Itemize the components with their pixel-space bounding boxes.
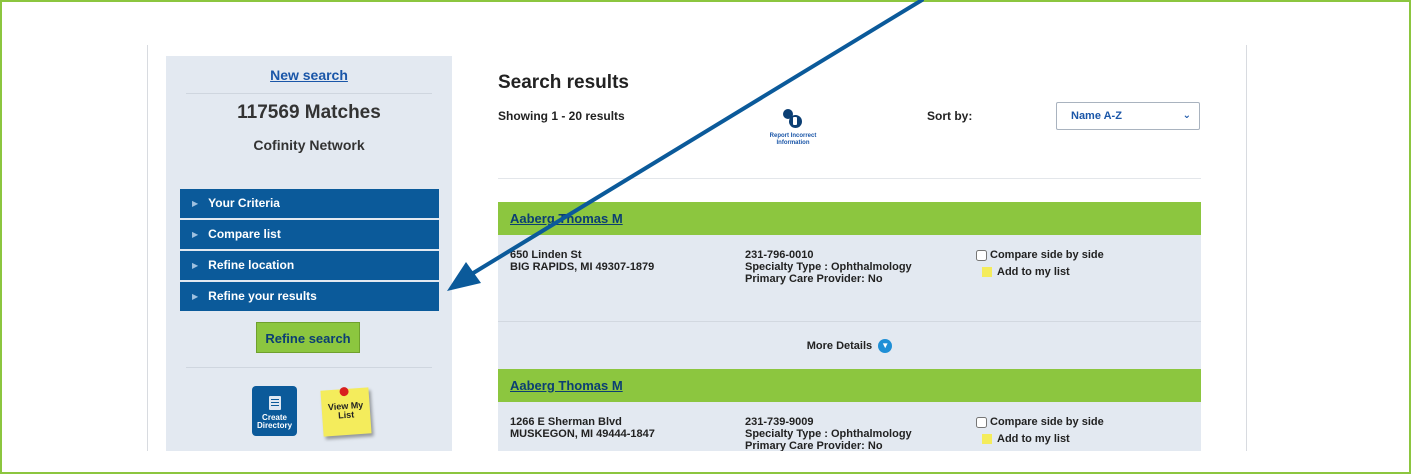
compare-side-by-side[interactable]: Compare side by side	[976, 416, 1104, 428]
primary-care-provider: Primary Care Provider: No	[745, 273, 883, 285]
caret-right-icon: ▶	[192, 199, 199, 208]
accordion-label: Compare list	[208, 227, 281, 241]
page-title: Search results	[498, 72, 629, 93]
compare-checkbox[interactable]	[976, 416, 987, 428]
address-column: 1266 E Sherman Blvd MUSKEGON, MI 49444-1…	[510, 416, 655, 440]
sticky-note-icon	[982, 434, 992, 444]
compare-checkbox[interactable]	[976, 249, 987, 261]
view-my-list-label: View My List	[327, 399, 364, 421]
address-column: 650 Linden St BIG RAPIDS, MI 49307-1879	[510, 249, 654, 273]
add-to-my-list-button[interactable]: Add to my list	[976, 266, 1104, 278]
result-body: 650 Linden St BIG RAPIDS, MI 49307-1879 …	[498, 235, 1201, 321]
compare-label: Compare side by side	[990, 416, 1104, 428]
sidebar-accordion: ▶ Your Criteria ▶ Compare list ▶ Refine …	[180, 189, 439, 313]
create-directory-button[interactable]: Create Directory	[252, 386, 297, 436]
new-search-link[interactable]: New search	[166, 67, 452, 83]
chevron-down-icon: ⌄	[1182, 110, 1191, 121]
provider-name-link[interactable]: Aaberg Thomas M	[510, 378, 623, 393]
result-header: Aaberg Thomas M	[498, 369, 1201, 402]
caret-right-icon: ▶	[192, 261, 199, 270]
pushpin-icon	[339, 386, 349, 397]
accordion-your-criteria[interactable]: ▶ Your Criteria	[180, 189, 439, 218]
add-to-my-list-button[interactable]: Add to my list	[976, 433, 1104, 445]
results-count: Showing 1 - 20 results	[498, 109, 625, 123]
create-directory-label: Create Directory	[256, 413, 293, 430]
primary-care-provider: Primary Care Provider: No	[745, 440, 883, 451]
phone-number: 231-739-9009	[745, 416, 814, 428]
sort-select-value: Name A-Z	[1071, 110, 1122, 122]
network-name: Cofinity Network	[253, 137, 365, 153]
phone-number: 231-796-0010	[745, 249, 814, 261]
accordion-label: Your Criteria	[208, 196, 280, 210]
accordion-refine-your-results[interactable]: ▶ Refine your results	[180, 282, 439, 311]
sidebar: New search 117569 Matches Cofinity Netwo…	[166, 56, 452, 451]
specialty-type: Specialty Type : Ophthalmology	[745, 261, 912, 273]
add-to-list-label: Add to my list	[997, 266, 1070, 278]
address-line-2: MUSKEGON, MI 49444-1847	[510, 428, 655, 440]
sidebar-divider	[186, 93, 432, 94]
result-card: Aaberg Thomas M 1266 E Sherman Blvd MUSK…	[498, 369, 1201, 451]
sidebar-divider	[186, 367, 432, 368]
actions-column: Compare side by side Add to my list	[976, 416, 1104, 445]
refine-search-button[interactable]: Refine search	[256, 322, 360, 353]
address-line-1: 650 Linden St	[510, 249, 582, 261]
caret-right-icon: ▶	[192, 230, 199, 239]
chevron-down-circle-icon: ▼	[878, 339, 893, 354]
accordion-label: Refine your results	[208, 289, 317, 303]
specialty-type: Specialty Type : Ophthalmology	[745, 428, 912, 440]
report-incorrect-label: Report Incorrect Information	[769, 133, 817, 146]
report-incorrect-info-button[interactable]: Report Incorrect Information	[763, 107, 823, 147]
view-my-list-button[interactable]: View My List	[320, 386, 372, 437]
accordion-label: Refine location	[208, 258, 295, 272]
results-divider	[498, 178, 1201, 179]
add-to-list-label: Add to my list	[997, 433, 1070, 445]
result-body: 1266 E Sherman Blvd MUSKEGON, MI 49444-1…	[498, 402, 1201, 451]
result-header: Aaberg Thomas M	[498, 202, 1201, 235]
accordion-refine-location[interactable]: ▶ Refine location	[180, 251, 439, 280]
sticky-note-icon	[982, 267, 992, 277]
more-details-label: More Details	[806, 340, 873, 352]
address-line-1: 1266 E Sherman Blvd	[510, 416, 622, 428]
report-info-icon	[783, 107, 803, 129]
actions-column: Compare side by side Add to my list	[976, 249, 1104, 278]
details-column: 231-739-9009 Specialty Type : Ophthalmol…	[745, 416, 912, 451]
accordion-compare-list[interactable]: ▶ Compare list	[180, 220, 439, 249]
match-count: 117569 Matches	[237, 102, 381, 123]
search-results-page: New search 117569 Matches Cofinity Netwo…	[147, 45, 1247, 451]
document-icon	[268, 396, 281, 410]
provider-name-link[interactable]: Aaberg Thomas M	[510, 211, 623, 226]
details-column: 231-796-0010 Specialty Type : Ophthalmol…	[745, 249, 912, 285]
caret-right-icon: ▶	[192, 292, 199, 301]
compare-side-by-side[interactable]: Compare side by side	[976, 249, 1104, 261]
compare-label: Compare side by side	[990, 249, 1104, 261]
sort-by-label: Sort by:	[927, 109, 973, 123]
sort-select[interactable]: Name A-Z ⌄	[1056, 102, 1200, 130]
more-details-button[interactable]: More Details ▼	[498, 321, 1201, 370]
result-card: Aaberg Thomas M 650 Linden St BIG RAPIDS…	[498, 202, 1201, 370]
address-line-2: BIG RAPIDS, MI 49307-1879	[510, 261, 655, 273]
